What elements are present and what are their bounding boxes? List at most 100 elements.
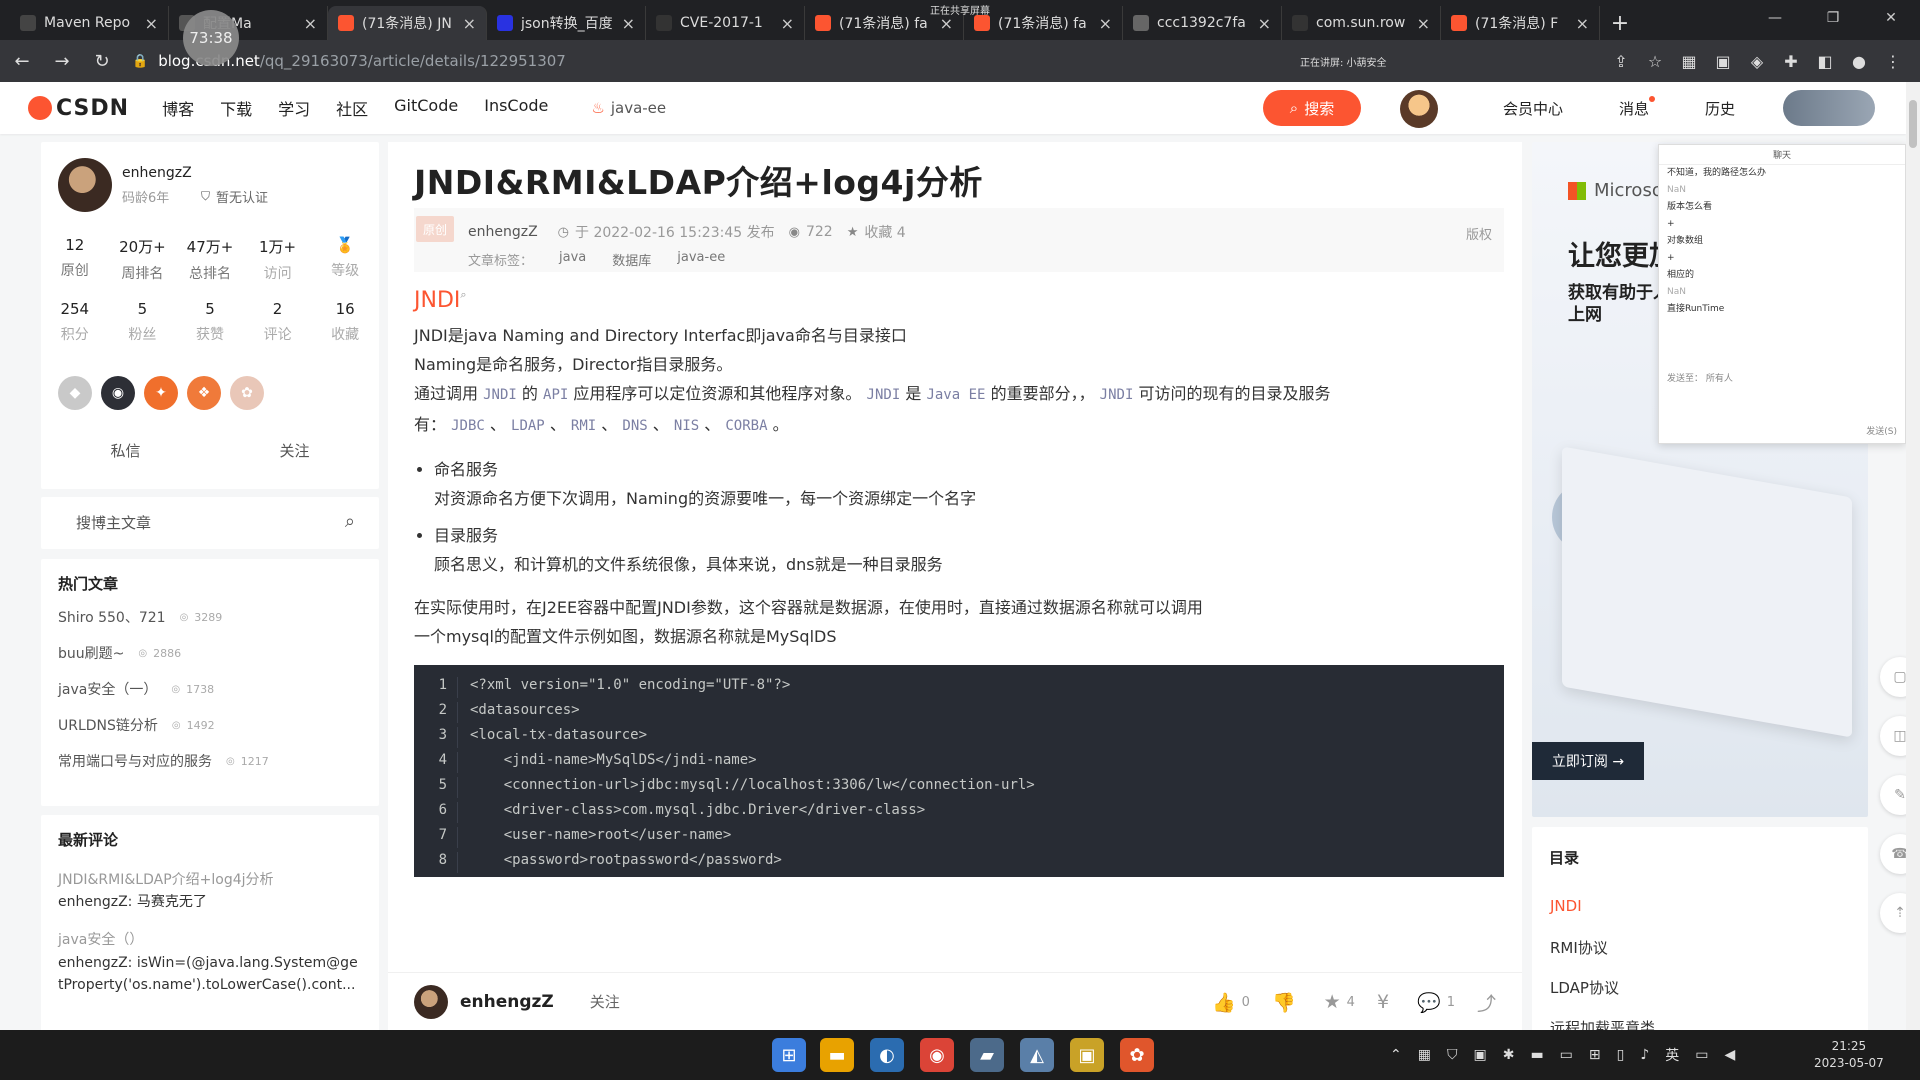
stat-item[interactable]: 5 粉丝 [109,300,177,344]
tab-close-icon[interactable]: × [1417,14,1430,33]
tag-database[interactable]: 数据库 [612,250,651,269]
badge-icon[interactable]: ◆ [58,376,92,410]
tab-close-icon[interactable]: × [463,14,476,33]
battery-icon[interactable]: ▯ [1617,1047,1625,1063]
browser-tab[interactable]: Maven Repo × [10,6,169,40]
hot-article-item[interactable]: 常用端口号与对应的服务 ◎ 1217 [58,751,269,771]
author-name[interactable]: enhengzZ [122,165,192,181]
search-button[interactable]: ⌕ 搜索 [1263,90,1361,126]
toc-item[interactable]: LDAP协议 [1550,977,1619,998]
user-link-0[interactable]: 会员中心 [1489,98,1577,119]
tab-close-icon[interactable]: × [1258,14,1271,33]
edge-icon[interactable]: ◐ [870,1038,904,1072]
ad-subscribe-button[interactable]: 立即订阅 → [1532,742,1644,780]
hot-search-tag[interactable]: ♨ java-ee [591,99,666,117]
input-language[interactable]: 英 [1665,1045,1679,1065]
network-icon[interactable]: ▭ [1695,1047,1708,1063]
badge-icon[interactable]: ✿ [230,376,264,410]
restore-button[interactable]: ❐ [1804,0,1862,36]
sidebar-icon[interactable]: ◧ [1808,52,1842,71]
tab-close-icon[interactable]: × [145,14,158,33]
back-button[interactable]: ← [4,43,40,79]
stat-item[interactable]: 47万+ 总排名 [176,236,244,283]
terminal-icon[interactable]: ▰ [970,1038,1004,1072]
browser-tab[interactable]: CVE-2017-1 × [646,6,805,40]
hot-article-item[interactable]: java安全（一） ◎ 1738 [58,679,214,699]
code-block[interactable]: 1 <?xml version="1.0" encoding="UTF-8"?> 2… [414,665,1504,877]
nav-item-0[interactable]: 博客 [162,96,194,120]
badge-icon[interactable]: ◉ [101,376,135,410]
float-edit-icon[interactable]: ✎ [1880,775,1906,815]
browser-tab[interactable]: (71条消息) JN × [328,6,487,40]
copyright-label[interactable]: 版权 [1466,224,1492,243]
start-icon[interactable]: ⊞ [772,1038,806,1072]
browser-tab[interactable]: json转换_百度 × [487,6,646,40]
private-message-button[interactable]: 私信 [41,440,210,461]
tab-close-icon[interactable]: × [622,14,635,33]
article-author[interactable]: enhengzZ [468,224,538,240]
tray-app-icon[interactable]: ▦ [1418,1047,1431,1063]
user-avatar[interactable] [1400,90,1438,128]
tray-app-icon[interactable]: ⊞ [1589,1047,1601,1063]
tray-shield-icon[interactable]: ⛉ [1447,1047,1458,1063]
tab-close-icon[interactable]: × [1576,14,1589,33]
float-top-icon[interactable]: ⇡ [1880,893,1906,933]
toolbar-author-avatar[interactable] [414,984,448,1019]
microphone-icon[interactable]: ♪ [1640,1047,1649,1063]
tray-chevron-icon[interactable]: ⌃ [1390,1047,1402,1063]
volume-icon[interactable]: ◀ [1725,1047,1736,1063]
app-icon[interactable]: ◭ [1020,1038,1054,1072]
extension-icon[interactable]: ▦ [1672,52,1706,71]
stat-item[interactable]: 12 原创 [41,236,109,283]
user-link-1[interactable]: 消息 [1605,95,1663,119]
browser-tab[interactable]: com.sun.row × [1282,6,1441,40]
stat-item[interactable]: 254 积分 [41,300,109,344]
minimize-button[interactable]: — [1746,0,1804,36]
address-bar[interactable]: 🔒 blog.csdn.net /qq_29163073/article/det… [132,45,1272,77]
comment-article-link[interactable]: JNDI&RMI&LDAP介绍+log4j分析 [58,869,274,889]
nav-item-1[interactable]: 下载 [220,96,252,120]
forward-button[interactable]: → [44,43,80,79]
dislike-button[interactable]: 👎 [1272,991,1302,1014]
author-avatar[interactable] [58,158,112,212]
stat-item[interactable]: 5 获赞 [176,300,244,344]
favorite-button[interactable]: ★ 4 [1324,991,1355,1013]
translate-icon[interactable]: ▣ [1706,52,1740,71]
file-explorer-icon[interactable]: ▬ [820,1038,854,1072]
stat-item[interactable]: 20万+ 周排名 [109,236,177,283]
stat-item[interactable]: 🏅 等级 [311,236,379,283]
profile-icon[interactable]: ● [1842,52,1876,71]
reload-button[interactable]: ↻ [84,43,120,79]
puzzle-icon[interactable]: ✚ [1774,52,1808,71]
tray-app-icon[interactable]: ▣ [1473,1047,1486,1063]
system-clock[interactable]: 21:25 2023-05-07 [1814,1038,1884,1072]
cast-icon[interactable]: ◈ [1740,52,1774,71]
hot-article-item[interactable]: buu刷题~ ◎ 2886 [58,643,181,663]
hot-article-item[interactable]: URLDNS链分析 ◎ 1492 [58,715,215,735]
follow-author-button[interactable]: 关注 [210,440,379,461]
page-scrollbar[interactable] [1906,82,1920,1030]
tray-app-icon[interactable]: ✱ [1503,1047,1515,1063]
nav-item-3[interactable]: 社区 [336,96,368,120]
float-feedback-icon[interactable]: ▢ [1880,657,1906,697]
float-cart-icon[interactable]: ◫ [1880,716,1906,756]
badge-icon[interactable]: ✦ [144,376,178,410]
comment-article-link[interactable]: java安全（） [58,929,143,949]
float-chat-icon[interactable]: ☎ [1880,834,1906,874]
like-button[interactable]: 👍 0 [1212,991,1250,1014]
toc-item[interactable]: JNDI [1550,897,1582,915]
toc-item[interactable]: 远程加载恶意类 [1550,1017,1655,1030]
chat-send-button[interactable]: 发送(S) [1866,424,1897,437]
chrome-icon[interactable]: ◉ [920,1038,954,1072]
comment-button[interactable]: 💬 1 [1417,991,1455,1014]
close-window-button[interactable]: ✕ [1862,0,1920,36]
bookmark-star-icon[interactable]: ☆ [1638,52,1672,71]
tab-close-icon[interactable]: × [1099,14,1112,33]
browser-tab[interactable]: ccc1392c7fa × [1123,6,1282,40]
stat-item[interactable]: 16 收藏 [311,300,379,344]
new-tab-button[interactable]: + [1600,6,1640,40]
toc-item[interactable]: RMI协议 [1550,937,1608,958]
user-link-2[interactable]: 历史 [1691,98,1749,119]
stat-item[interactable]: 2 评论 [244,300,312,344]
publish-button[interactable] [1783,90,1875,126]
